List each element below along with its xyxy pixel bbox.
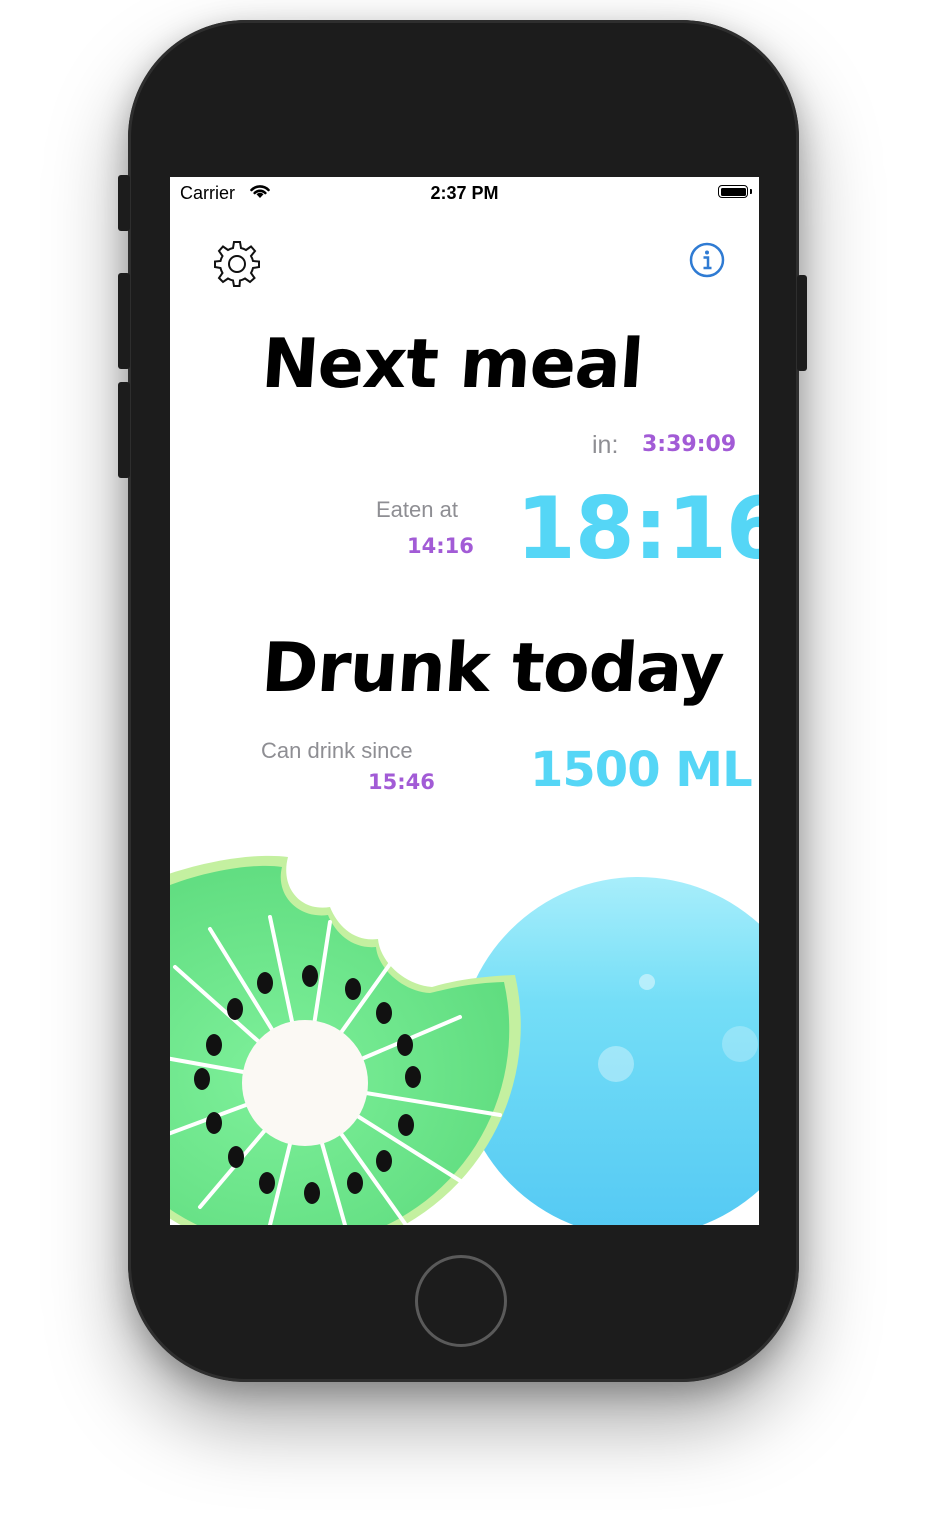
countdown-value: 3:39:09 (642, 432, 737, 457)
battery-icon (718, 185, 752, 198)
eaten-at-label: Eaten at (376, 497, 458, 522)
countdown-label: in: (592, 431, 619, 459)
water-drop-icon (458, 877, 759, 1225)
drunk-amount: 1500 ML (530, 742, 753, 798)
info-icon[interactable] (686, 239, 728, 281)
power-button (797, 275, 807, 371)
can-drink-since-time: 15:46 (368, 770, 435, 794)
home-button[interactable] (415, 1255, 507, 1347)
volume-up-button (118, 273, 130, 369)
volume-down-button (118, 382, 130, 478)
eaten-at-time: 14:16 (407, 534, 474, 558)
next-meal-time: 18:16 (516, 479, 759, 579)
drunk-today-title: Drunk today (259, 629, 726, 708)
next-meal-title: Next meal (259, 325, 646, 404)
status-bar: Carrier 2:37 PM (170, 177, 759, 211)
can-drink-since-label: Can drink since (261, 738, 413, 763)
status-time: 2:37 PM (430, 183, 499, 203)
kiwi-slice-icon (170, 855, 521, 1225)
gear-icon[interactable] (212, 239, 262, 289)
app-screen: Carrier 2:37 PM Next meal in: 3:39:09 Ea… (170, 177, 759, 1225)
mute-switch (118, 175, 130, 231)
